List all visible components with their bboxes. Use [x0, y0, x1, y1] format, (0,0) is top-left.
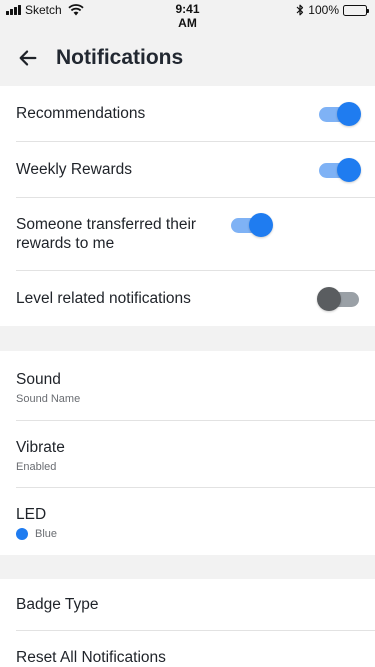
toggle-row-recommendations[interactable]: Recommendations — [16, 86, 375, 142]
reset-notifications-label: Reset All Notifications — [16, 649, 166, 666]
page-title: Notifications — [56, 46, 184, 69]
notification-toggles-section: Recommendations Weekly Rewards Someone t… — [0, 86, 375, 326]
vibrate-value: Enabled — [16, 461, 57, 473]
back-button[interactable] — [0, 30, 56, 86]
recommendations-toggle[interactable] — [319, 101, 361, 126]
status-bar: Sketch 9:41 AM 100% — [0, 0, 375, 30]
toggle-row-level-notifications[interactable]: Level related notifications — [16, 271, 375, 326]
toggle-label: Level related notifications — [16, 290, 191, 307]
sound-value: Sound Name — [16, 393, 81, 405]
rewards-transfer-toggle[interactable] — [231, 213, 273, 237]
app-header: Notifications — [0, 30, 375, 86]
level-notifications-toggle[interactable] — [317, 286, 359, 311]
sound-row[interactable]: Sound Sound Name — [16, 351, 375, 421]
led-value-row: Blue — [16, 528, 57, 540]
toggle-label: Weekly Rewards — [16, 161, 133, 178]
led-row[interactable]: LED Blue — [16, 488, 375, 555]
arrow-left-icon — [19, 50, 37, 66]
weekly-rewards-toggle[interactable] — [319, 157, 361, 182]
bluetooth-icon — [296, 4, 304, 16]
badge-type-label: Badge Type — [16, 596, 99, 613]
led-label: LED — [16, 506, 47, 523]
toggle-label: Someone transferred their rewards to me — [16, 216, 197, 252]
battery-icon — [343, 4, 369, 16]
led-color-dot — [16, 528, 28, 540]
toggle-row-rewards-transfer[interactable]: Someone transferred their rewards to me — [16, 198, 375, 271]
battery-percent: 100% — [308, 3, 339, 17]
vibrate-row[interactable]: Vibrate Enabled — [16, 421, 375, 488]
badge-type-row[interactable]: Badge Type — [16, 579, 375, 631]
sound-label: Sound — [16, 371, 61, 388]
status-bar-right: 100% — [296, 3, 369, 17]
alert-settings-section: Sound Sound Name Vibrate Enabled LED Blu… — [0, 351, 375, 555]
reset-notifications-row[interactable]: Reset All Notifications — [16, 631, 375, 667]
toggle-label: Recommendations — [16, 105, 146, 122]
vibrate-label: Vibrate — [16, 439, 65, 456]
led-value: Blue — [35, 528, 58, 540]
clock-ampm: AM — [178, 16, 197, 30]
actions-section: Badge Type Reset All Notifications — [0, 579, 375, 667]
toggle-row-weekly-rewards[interactable]: Weekly Rewards — [16, 142, 375, 198]
